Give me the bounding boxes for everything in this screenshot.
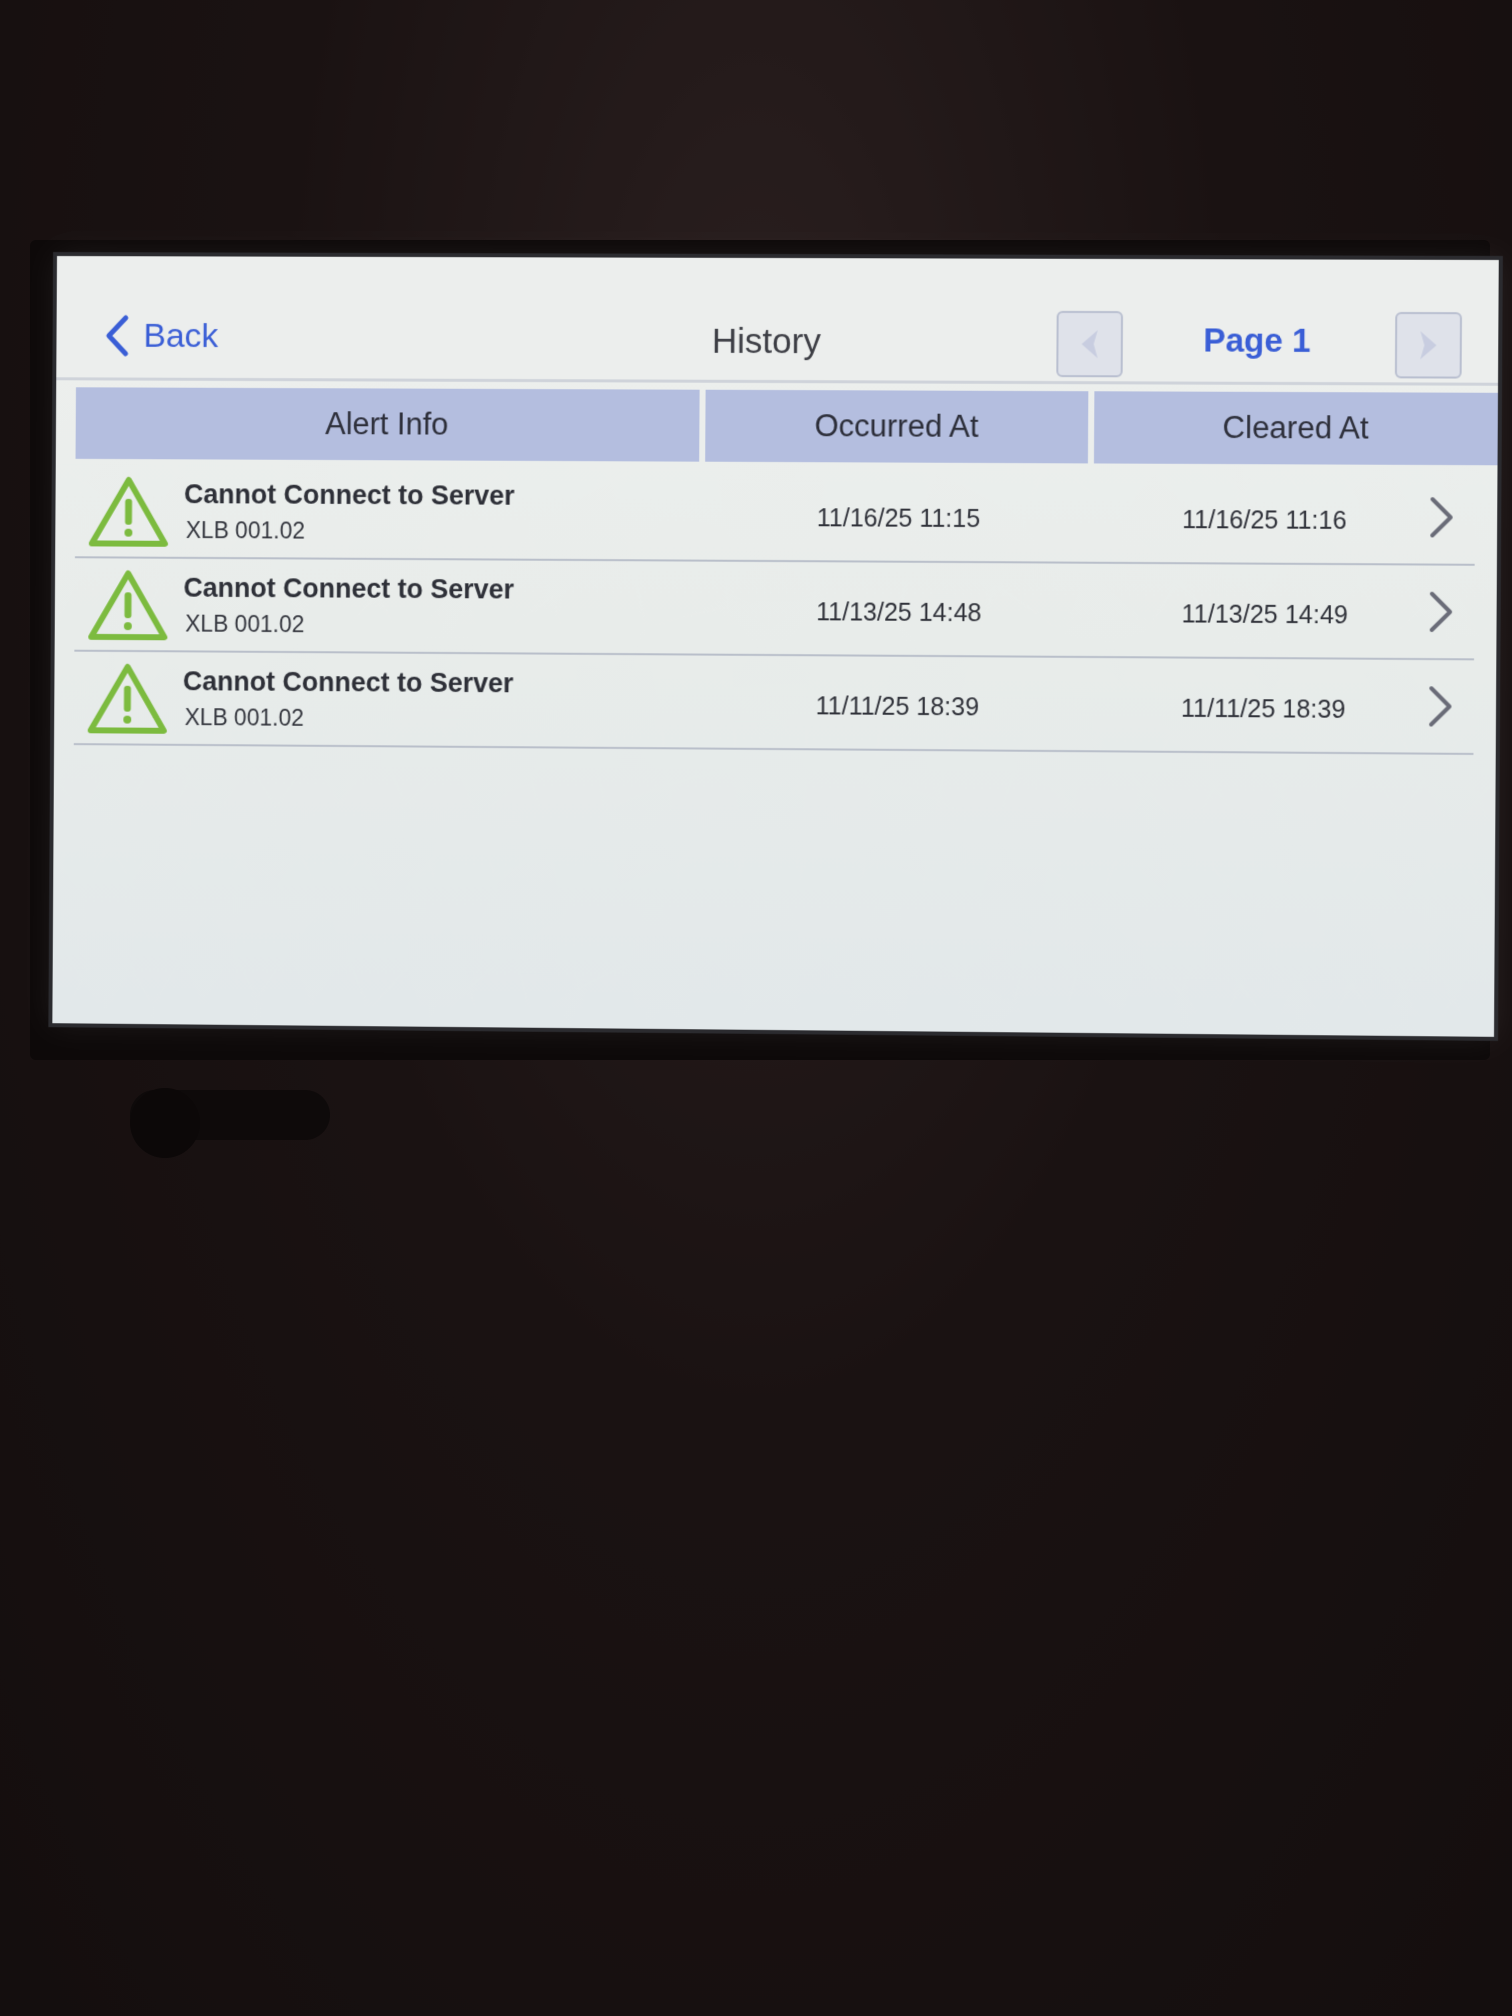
warning-triangle-icon	[86, 568, 169, 642]
alert-title: Cannot Connect to Server	[183, 479, 515, 511]
chevron-right-icon	[1426, 493, 1457, 541]
alert-code: XLB 001.02	[184, 704, 304, 731]
warning-triangle-icon	[87, 475, 170, 549]
history-list: Cannot Connect to Server XLB 001.02 11/1…	[73, 464, 1476, 755]
occurred-at: 11/13/25 14:48	[816, 598, 982, 628]
page-title: History	[711, 321, 821, 362]
warning-triangle-icon	[86, 662, 169, 736]
previous-page-button[interactable]	[1056, 310, 1124, 378]
chevron-right-icon	[1420, 331, 1437, 360]
back-label: Back	[143, 316, 219, 355]
cleared-at: 11/11/25 18:39	[1180, 694, 1346, 724]
chevron-left-icon	[1081, 330, 1098, 359]
cleared-at: 11/13/25 14:49	[1181, 600, 1349, 630]
column-header-occurred-at[interactable]: Occurred At	[705, 389, 1089, 464]
table-row[interactable]: Cannot Connect to Server XLB 001.02 11/1…	[74, 558, 1475, 661]
device-knob-head	[130, 1088, 200, 1158]
next-page-button[interactable]	[1394, 311, 1463, 379]
top-bar: Back History Page 1	[56, 256, 1499, 386]
alert-code: XLB 001.02	[185, 517, 305, 544]
cleared-at: 11/16/25 11:16	[1182, 506, 1347, 535]
page-indicator: Page 1	[1203, 321, 1311, 359]
table-row[interactable]: Cannot Connect to Server XLB 001.02 11/1…	[74, 464, 1476, 566]
touch-screen: Back History Page 1 Alert Info Occurred …	[52, 256, 1499, 1037]
alert-code: XLB 001.02	[185, 610, 305, 638]
back-button[interactable]: Back	[104, 314, 219, 358]
alert-title: Cannot Connect to Server	[182, 666, 514, 699]
occurred-at: 11/11/25 18:39	[815, 692, 980, 722]
chevron-left-icon	[104, 314, 130, 358]
alert-title: Cannot Connect to Server	[183, 572, 515, 605]
chevron-right-icon	[1425, 682, 1456, 730]
chevron-right-icon	[1426, 588, 1457, 636]
column-header-alert-info[interactable]: Alert Info	[75, 387, 700, 462]
table-header: Alert Info Occurred At Cleared At	[75, 387, 1498, 466]
column-header-cleared-at[interactable]: Cleared At	[1093, 391, 1498, 466]
occurred-at: 11/16/25 11:15	[816, 504, 981, 534]
table-row[interactable]: Cannot Connect to Server XLB 001.02 11/1…	[73, 651, 1475, 755]
